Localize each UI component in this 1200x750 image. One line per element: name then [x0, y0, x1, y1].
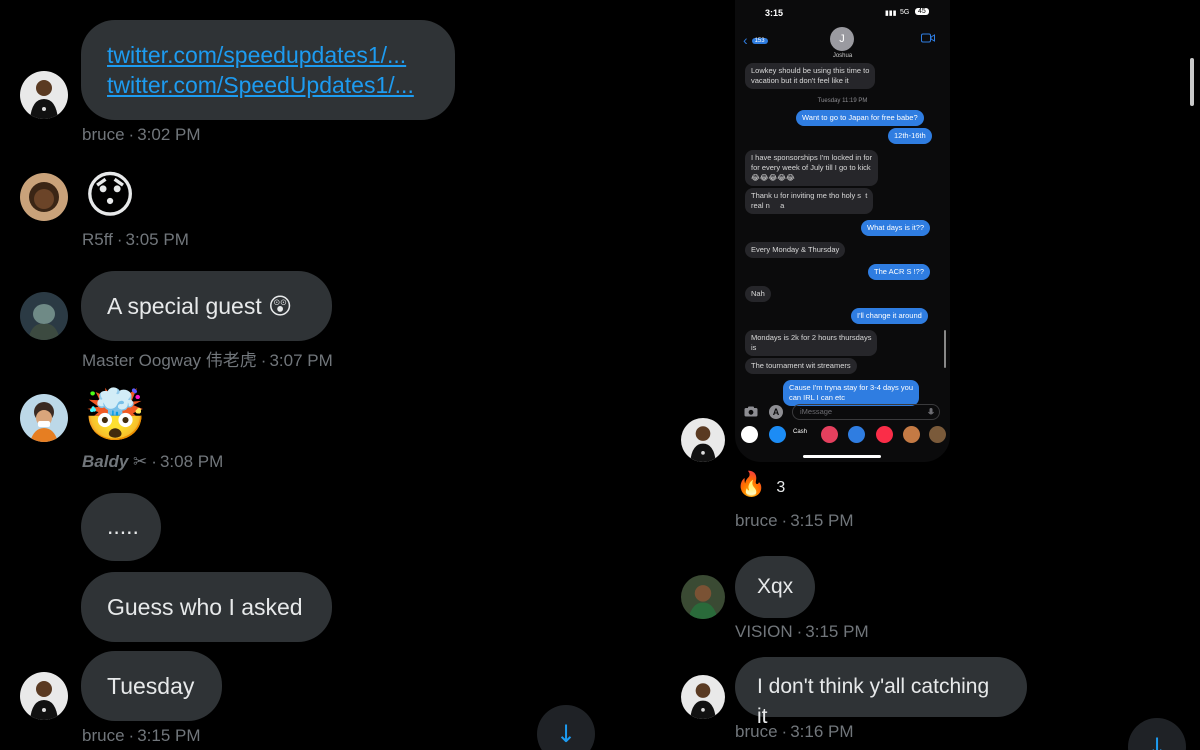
search-app-icon[interactable] — [821, 426, 838, 443]
home-indicator — [803, 455, 881, 458]
imessage-incoming: Lowkey should be using this time to vaca… — [745, 63, 876, 89]
fire-reaction-emoji: 🔥 — [736, 470, 766, 498]
message-meta: bruce · 3:15 PM — [735, 511, 854, 530]
avatar-bruce[interactable] — [681, 418, 725, 462]
memoji-app-icon[interactable] — [903, 426, 920, 443]
emoji-message: 😯 — [84, 166, 137, 224]
imessage-outgoing: 12th-16th — [888, 128, 932, 144]
tweet-link[interactable]: twitter.com/SpeedUpdates1/... — [107, 70, 429, 100]
imessage-incoming: Nah — [745, 286, 771, 302]
scroll-down-button[interactable]: ↓ — [537, 705, 595, 750]
music-app-icon[interactable] — [876, 426, 893, 443]
author-name[interactable]: Master Oogway 伟老虎 — [82, 351, 257, 370]
author-name[interactable]: VISION — [735, 622, 793, 641]
author-name[interactable]: bruce — [735, 722, 778, 741]
audio-app-icon[interactable] — [848, 426, 865, 443]
signal-icon: ▮▮▮ — [885, 10, 897, 17]
phone-clock: 3:15 — [765, 8, 784, 18]
emoji-message: 🤯 — [84, 386, 147, 444]
tweet-link[interactable]: twitter.com/speedupdates1/... — [107, 40, 429, 70]
avatar-bruce[interactable] — [681, 675, 725, 719]
imessage-outgoing: What days is it?? — [861, 220, 931, 236]
timestamp: 3:02 PM — [137, 125, 201, 144]
avatar-r5ff[interactable] — [20, 173, 68, 221]
message-meta: R5ff · 3:05 PM — [82, 230, 189, 249]
author-name[interactable]: bruce — [82, 726, 125, 745]
imessage-outgoing: The ACR S !?? — [868, 264, 931, 280]
author-name[interactable]: R5ff — [82, 230, 113, 249]
avatar-bruce[interactable] — [20, 672, 68, 720]
message-meta: Master Oogway 伟老虎 · 3:07 PM — [82, 351, 333, 370]
timestamp: 3:15 PM — [137, 726, 201, 745]
mic-icon[interactable] — [928, 408, 934, 417]
timestamp: 3:15 PM — [790, 511, 854, 530]
message-meta: bruce · 3:02 PM — [82, 125, 201, 144]
photos-app-icon[interactable] — [741, 426, 758, 443]
apple-cash-icon[interactable]: Cash — [793, 429, 807, 435]
app-store-tray-icon[interactable] — [769, 426, 786, 443]
avatar-baldy[interactable] — [20, 394, 68, 442]
video-icon[interactable] — [921, 33, 935, 43]
author-name[interactable]: bruce — [735, 511, 778, 530]
network-label: 5G — [900, 9, 910, 16]
message-meta: bruce · 3:15 PM — [82, 726, 201, 745]
avatar-bruce[interactable] — [20, 71, 68, 119]
message-meta: VISION · 3:15 PM — [735, 622, 869, 641]
imessage-incoming: Mondays is 2k for 2 hours thursdays is — [745, 330, 878, 356]
reaction[interactable]: 🔥 3 — [736, 472, 785, 500]
imessage-outgoing: I'll change it around — [851, 308, 928, 324]
shared-screenshot-image[interactable]: 3:15 ▮▮▮ 5G 45 ‹ 153 J Joshua Lowkey sho… — [735, 0, 950, 462]
imessage-incoming: I have sponsorships I'm locked in for fo… — [745, 150, 879, 186]
timestamp: 3:07 PM — [269, 351, 333, 370]
message-bubble[interactable]: I don't think y'all catching it — [735, 657, 1027, 728]
message-meta: bruce · 3:16 PM — [735, 722, 854, 741]
sticker-app-icon[interactable] — [929, 426, 946, 443]
input-placeholder: iMessage — [800, 407, 833, 416]
back-count: 153 — [751, 38, 768, 45]
battery-badge: 45 — [915, 8, 929, 15]
timestamp: 3:15 PM — [805, 622, 869, 641]
message-meta: Baldy ✂ · 3:08 PM — [82, 452, 224, 471]
imessage-incoming: Every Monday & Thursday — [745, 242, 846, 258]
imessage-day-divider: Tuesday 11:19 PM — [817, 98, 868, 104]
imessage-input[interactable]: iMessage — [792, 404, 940, 420]
message-bubble-links[interactable]: twitter.com/speedupdates1/... twitter.co… — [81, 20, 455, 120]
back-button[interactable]: ‹ 153 — [743, 32, 768, 48]
author-name[interactable]: bruce — [82, 125, 125, 144]
avatar-master-oogway[interactable] — [20, 292, 68, 340]
back-chevron-icon: ‹ — [743, 32, 748, 48]
avatar-vision[interactable] — [681, 575, 725, 619]
scroll-down-button[interactable]: ↓ — [1128, 718, 1186, 750]
phone-status-bar: 3:15 ▮▮▮ 5G 45 — [735, 7, 950, 21]
app-store-icon[interactable]: A — [769, 405, 783, 419]
message-bubble[interactable]: Xqx — [735, 556, 815, 618]
imessage-outgoing: Cause I'm tryna stay for 3-4 days you ca… — [783, 380, 919, 406]
timestamp: 3:08 PM — [159, 452, 224, 471]
imessage-incoming: Thank u for inviting me tho holy s t rea… — [745, 188, 874, 214]
imessage-incoming: The tournament wit streamers — [745, 358, 857, 374]
left-chat-pane: twitter.com/speedupdates1/... twitter.co… — [0, 0, 600, 750]
page-scrollbar[interactable] — [1190, 58, 1194, 106]
phone-scrollbar — [944, 330, 946, 368]
author-name[interactable]: Baldy ✂ — [82, 452, 147, 471]
timestamp: 3:05 PM — [125, 230, 189, 249]
message-bubble[interactable]: Guess who I asked — [81, 572, 332, 642]
right-chat-pane: 3:15 ▮▮▮ 5G 45 ‹ 153 J Joshua Lowkey sho… — [600, 0, 1200, 750]
imessage-outgoing: Want to go to Japan for free babe? — [796, 110, 924, 126]
contact-name: Joshua — [832, 53, 853, 59]
message-bubble[interactable]: ..... — [81, 493, 161, 561]
reaction-count: 3 — [776, 478, 786, 496]
message-bubble[interactable]: A special guest 😲 — [81, 271, 332, 341]
message-bubble[interactable]: Tuesday — [81, 651, 222, 721]
camera-icon[interactable] — [744, 406, 758, 417]
contact-avatar[interactable]: J — [830, 27, 854, 51]
timestamp: 3:16 PM — [790, 722, 854, 741]
